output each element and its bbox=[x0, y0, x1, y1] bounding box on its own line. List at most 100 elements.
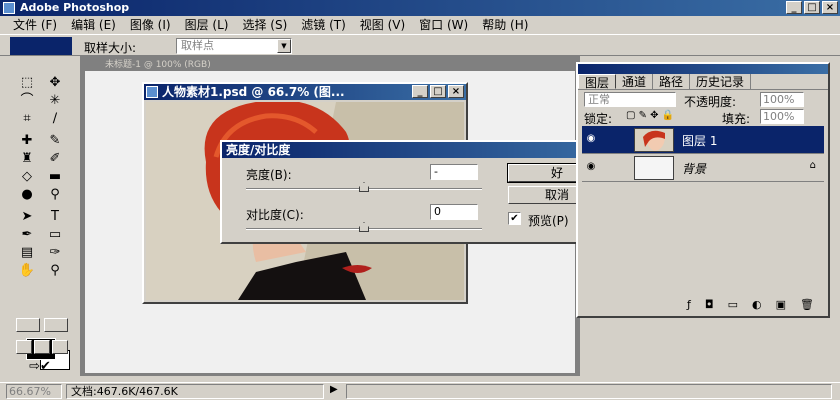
fill-label: 填充: bbox=[722, 112, 751, 126]
layer-row[interactable]: ◉ 图层 1 bbox=[582, 126, 824, 154]
window-controls: _ □ × bbox=[786, 1, 838, 14]
dialog-title: 亮度/对比度 bbox=[226, 143, 291, 157]
quickmask-mode-button[interactable] bbox=[44, 318, 68, 332]
document-info: 文档:467.6K/467.6K bbox=[66, 384, 324, 399]
blur-tool-icon[interactable]: ● bbox=[16, 186, 38, 204]
layers-panel: 图层 通道 路径 历史记录 正常 不透明度: 100% 锁定: ▢ ✎ ✥ 🔒 … bbox=[576, 62, 830, 318]
marquee-tool-icon[interactable]: ⬚ bbox=[16, 74, 38, 92]
new-set-icon[interactable]: ▭ bbox=[728, 298, 738, 314]
options-bar: 取样大小: 取样点 ▼ bbox=[0, 34, 840, 56]
tab-channels[interactable]: 通道 bbox=[616, 74, 654, 89]
hand-tool-icon[interactable]: ✋ bbox=[16, 262, 38, 280]
healing-brush-icon[interactable]: ✚ bbox=[16, 132, 38, 150]
dialog-titlebar: 亮度/对比度 × bbox=[222, 142, 618, 158]
menu-bar: 文件 (F) 编辑 (E) 图像 (I) 图层 (L) 选择 (S) 滤镜 (T… bbox=[0, 16, 840, 34]
preview-checkbox[interactable]: ✔ bbox=[508, 212, 521, 225]
toolbox: ⬚ ✥ ⌒ ✳ ⌗ ∕ ✚ ✎ ♜ ✐ ◇ ▬ ● ⚲ ➤ T ✒ ▭ ▤ ✑ … bbox=[10, 60, 76, 378]
zoom-tool-icon[interactable]: ⚲ bbox=[44, 262, 66, 280]
maximize-button[interactable]: □ bbox=[804, 1, 820, 14]
magic-wand-icon[interactable]: ✳ bbox=[44, 92, 66, 110]
move-tool-icon[interactable]: ✥ bbox=[44, 74, 66, 92]
eye-icon[interactable]: ◉ bbox=[584, 160, 598, 174]
blend-mode-select[interactable]: 正常 bbox=[584, 92, 676, 107]
opacity-input[interactable]: 100% bbox=[760, 92, 804, 107]
contrast-slider-thumb[interactable] bbox=[359, 222, 369, 232]
status-menu-arrow-icon[interactable]: ▶ bbox=[330, 384, 338, 395]
type-tool-icon[interactable]: T bbox=[44, 208, 66, 226]
clone-stamp-icon[interactable]: ♜ bbox=[16, 150, 38, 168]
status-message bbox=[346, 384, 832, 399]
screen-mode-full-menu-button[interactable] bbox=[34, 340, 50, 354]
layer-style-icon[interactable]: ƒ bbox=[687, 298, 691, 314]
contrast-input[interactable]: 0 bbox=[430, 204, 478, 220]
brightness-contrast-dialog: 亮度/对比度 × 亮度(B): - 对比度(C): 0 好 取消 ✔ 预览(P) bbox=[220, 140, 620, 244]
brightness-label: 亮度(B): bbox=[246, 168, 292, 182]
path-select-icon[interactable]: ➤ bbox=[16, 208, 38, 226]
sample-size-value: 取样点 bbox=[181, 39, 214, 52]
close-button[interactable]: × bbox=[822, 1, 838, 14]
doc-minimize-button[interactable]: _ bbox=[412, 85, 428, 98]
sample-size-label: 取样大小: bbox=[84, 41, 137, 55]
menu-select[interactable]: 选择 (S) bbox=[235, 16, 294, 34]
notes-tool-icon[interactable]: ▤ bbox=[16, 244, 38, 262]
app-titlebar: Adobe Photoshop _ □ × bbox=[0, 0, 840, 16]
untitled-doc-title: 未标题-1 @ 100% (RGB) bbox=[85, 59, 575, 71]
tab-history[interactable]: 历史记录 bbox=[690, 74, 752, 89]
pen-tool-icon[interactable]: ✒ bbox=[16, 226, 38, 244]
gradient-tool-icon[interactable]: ▬ bbox=[44, 168, 66, 186]
lock-icons[interactable]: ▢ ✎ ✥ 🔒 bbox=[626, 110, 674, 121]
eye-icon[interactable]: ◉ bbox=[584, 132, 598, 146]
new-layer-icon[interactable]: ▣ bbox=[776, 298, 786, 314]
panel-footer: ƒ ◘ ▭ ◐ ▣ 🗑 bbox=[578, 298, 828, 314]
blend-row: 正常 不透明度: 100% bbox=[582, 92, 822, 109]
sample-size-select[interactable]: 取样点 ▼ bbox=[176, 38, 292, 54]
doc-maximize-button[interactable]: □ bbox=[430, 85, 446, 98]
document-title: 人物素材1.psd @ 66.7% (图... bbox=[162, 85, 345, 99]
chevron-down-icon: ▼ bbox=[277, 39, 291, 53]
brush-tool-icon[interactable]: ✎ bbox=[44, 132, 66, 150]
standard-mode-button[interactable] bbox=[16, 318, 40, 332]
fill-input[interactable]: 100% bbox=[760, 109, 804, 124]
preview-label: 预览(P) bbox=[528, 214, 569, 228]
opacity-label: 不透明度: bbox=[684, 95, 737, 109]
brightness-input[interactable]: - bbox=[430, 164, 478, 180]
zoom-level[interactable]: 66.67% bbox=[6, 384, 62, 399]
screen-mode-full-button[interactable] bbox=[52, 340, 68, 354]
menu-layer[interactable]: 图层 (L) bbox=[178, 16, 236, 34]
status-bar: 66.67% 文档:467.6K/467.6K ▶ bbox=[0, 382, 840, 400]
menu-filter[interactable]: 滤镜 (T) bbox=[294, 16, 353, 34]
shape-tool-icon[interactable]: ▭ bbox=[44, 226, 66, 244]
crop-tool-icon[interactable]: ⌗ bbox=[16, 110, 38, 128]
menu-window[interactable]: 窗口 (W) bbox=[412, 16, 475, 34]
tab-layers[interactable]: 图层 bbox=[578, 74, 617, 90]
menu-file[interactable]: 文件 (F) bbox=[6, 16, 64, 34]
add-mask-icon[interactable]: ◘ bbox=[705, 298, 714, 314]
trash-icon[interactable]: 🗑 bbox=[800, 298, 814, 314]
menu-edit[interactable]: 编辑 (E) bbox=[64, 16, 123, 34]
tab-paths[interactable]: 路径 bbox=[653, 74, 691, 89]
eyedropper-icon[interactable]: ✑ bbox=[44, 244, 66, 262]
dodge-tool-icon[interactable]: ⚲ bbox=[44, 186, 66, 204]
adjustment-layer-icon[interactable]: ◐ bbox=[752, 298, 762, 314]
doc-close-button[interactable]: × bbox=[448, 85, 464, 98]
layer-name: 图层 1 bbox=[682, 134, 718, 148]
menu-help[interactable]: 帮助 (H) bbox=[475, 16, 535, 34]
eraser-tool-icon[interactable]: ◇ bbox=[16, 168, 38, 186]
brightness-slider-thumb[interactable] bbox=[359, 182, 369, 192]
document-titlebar: 人物素材1.psd @ 66.7% (图... _ □ × bbox=[144, 84, 466, 100]
panel-tabs: 图层 通道 路径 历史记录 bbox=[578, 74, 828, 90]
slice-tool-icon[interactable]: ∕ bbox=[44, 110, 66, 128]
menu-view[interactable]: 视图 (V) bbox=[353, 16, 412, 34]
tool-preset-icon[interactable] bbox=[10, 37, 72, 55]
minimize-button[interactable]: _ bbox=[786, 1, 802, 14]
screen-mode-standard-button[interactable] bbox=[16, 340, 32, 354]
document-window-controls: _ □ × bbox=[412, 85, 464, 98]
menu-image[interactable]: 图像 (I) bbox=[123, 16, 178, 34]
imageready-jump-icon[interactable]: ⇨✔ bbox=[18, 358, 62, 376]
panel-titlebar bbox=[578, 64, 828, 74]
lock-icon: ⌂ bbox=[809, 160, 816, 171]
layer-row[interactable]: ◉ 背景 ⌂ bbox=[582, 154, 824, 182]
lasso-tool-icon[interactable]: ⌒ bbox=[16, 92, 38, 110]
history-brush-icon[interactable]: ✐ bbox=[44, 150, 66, 168]
photoshop-icon bbox=[3, 2, 15, 14]
